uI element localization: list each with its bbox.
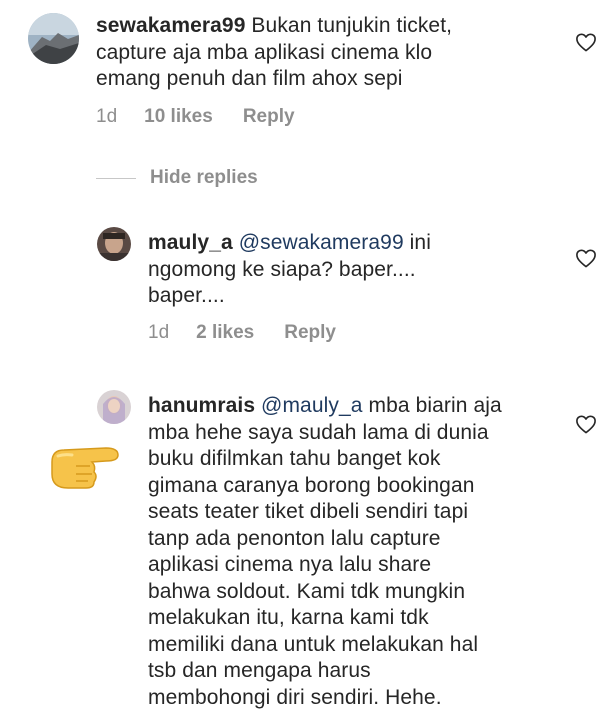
reply-line: membohongi diri sendiri. Hehe. bbox=[148, 685, 442, 709]
comment-meta: 1d 10 likes Reply bbox=[96, 106, 295, 128]
like-heart-icon[interactable] bbox=[575, 32, 597, 52]
reply-line: gimana caranya borong bookingan bbox=[148, 473, 475, 497]
divider-line bbox=[96, 177, 136, 179]
reply-text: mauly_a @sewakamera99 ini ngomong ke sia… bbox=[148, 230, 568, 310]
comment-text: sewakamera99 Bukan tunjukin ticket, capt… bbox=[96, 13, 566, 93]
comment-timestamp: 1d bbox=[96, 106, 118, 127]
avatar-sewakamera99[interactable] bbox=[28, 13, 79, 64]
like-heart-icon[interactable] bbox=[575, 414, 597, 434]
mention-link[interactable]: @sewakamera99 bbox=[239, 231, 404, 254]
hide-replies-label: Hide replies bbox=[150, 167, 258, 188]
avatar-mauly-a[interactable] bbox=[97, 227, 131, 261]
reply-likes-count[interactable]: 2 likes bbox=[196, 322, 254, 344]
comment-likes-count[interactable]: 10 likes bbox=[144, 106, 213, 128]
comment-line: Bukan tunjukin ticket, bbox=[245, 14, 453, 37]
reply-line: ngomong ke siapa? baper.... bbox=[148, 257, 416, 281]
reply-line: buku difilmkan tahu banget kok bbox=[148, 447, 441, 470]
reply-button[interactable]: Reply bbox=[284, 322, 336, 344]
reply-username[interactable]: mauly_a bbox=[148, 231, 233, 254]
avatar-hanumrais[interactable] bbox=[97, 390, 131, 424]
hide-replies-toggle[interactable]: Hide replies bbox=[96, 166, 258, 190]
reply-text: hanumrais @mauly_a mba biarin aja mba he… bbox=[148, 393, 568, 711]
reply-button[interactable]: Reply bbox=[243, 106, 295, 128]
reply-line: ini bbox=[403, 231, 431, 254]
comment-line: capture aja mba aplikasi cinema klo bbox=[96, 40, 433, 64]
reply-line: bahwa soldout. Kami tdk mungkin bbox=[148, 579, 466, 603]
comment-username[interactable]: sewakamera99 bbox=[96, 14, 246, 37]
pointing-hand-icon bbox=[48, 436, 122, 492]
reply-line: tsb dan mengapa harus bbox=[148, 659, 371, 682]
reply-meta: 1d 2 likes Reply bbox=[148, 322, 336, 344]
reply-line: seats teater tiket dibeli sendiri tapi bbox=[148, 500, 469, 523]
like-heart-icon[interactable] bbox=[575, 248, 597, 268]
reply-line: memiliki dana untuk melakukan hal bbox=[148, 632, 479, 656]
reply-line: aplikasi cinema nya lalu share bbox=[148, 553, 432, 576]
comment-line: emang penuh dan film ahox sepi bbox=[96, 67, 403, 90]
reply-line: mba hehe saya sudah lama di dunia bbox=[148, 420, 489, 444]
reply-username[interactable]: hanumrais bbox=[148, 394, 255, 417]
reply-timestamp: 1d bbox=[148, 322, 170, 343]
reply-line: melakukan itu, karna kami tdk bbox=[148, 606, 429, 629]
reply-line: tanp ada penonton lalu capture bbox=[148, 526, 441, 550]
reply-line: mba biarin aja bbox=[362, 394, 502, 417]
reply-line: baper.... bbox=[148, 284, 225, 307]
mention-link[interactable]: @mauly_a bbox=[261, 394, 363, 417]
